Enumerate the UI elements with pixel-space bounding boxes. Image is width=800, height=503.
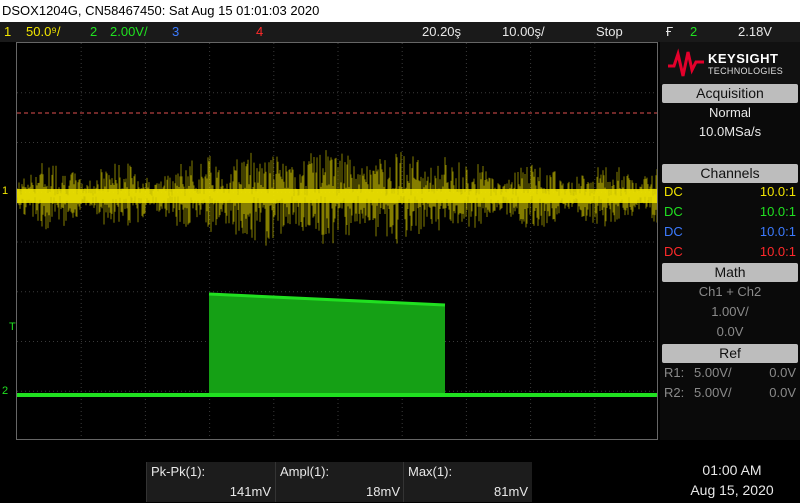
trigger-level-marker[interactable]: T <box>9 321 16 333</box>
measurement-value: 18mV <box>366 484 400 499</box>
ch3-coupling: DC <box>664 224 683 239</box>
ref2-name: R2: <box>664 385 685 400</box>
channel-row-4[interactable]: DC 10.0:1 <box>664 242 796 262</box>
status-markers <box>0 22 800 42</box>
ref1-name: R1: <box>664 365 685 380</box>
channels-header[interactable]: Channels <box>662 164 798 183</box>
math-header[interactable]: Math <box>662 263 798 282</box>
status-bar: 1 50.0⁹/ 2 2.00V/ 3 4 20.20ş 10.00ş/ Sto… <box>0 22 800 42</box>
ref1-scale: 5.00V/ <box>694 365 732 380</box>
clock-date: Aug 15, 2020 <box>690 482 774 498</box>
channel-row-3[interactable]: DC 10.0:1 <box>664 222 796 242</box>
channel-row-1[interactable]: DC 10.0:1 <box>664 182 796 202</box>
ref2-offset: 0.0V <box>769 385 796 400</box>
acquisition-header[interactable]: Acquisition <box>662 84 798 103</box>
ch4-coupling: DC <box>664 244 683 259</box>
ch1-probe: 10.0:1 <box>759 184 796 199</box>
ref1-offset: 0.0V <box>769 365 796 380</box>
ch1-trace <box>17 150 657 246</box>
ch1-ground-marker[interactable]: 1 <box>2 185 8 197</box>
ref-header[interactable]: Ref <box>662 344 798 363</box>
brand-sub: TECHNOLOGIES <box>708 66 784 76</box>
measurement-label: Pk-Pk(1): <box>151 464 206 479</box>
ch2-probe: 10.0:1 <box>759 204 796 219</box>
title-text: DSOX1204G, CN58467450: Sat Aug 15 01:01:… <box>2 3 320 18</box>
ch2-trace <box>17 292 657 397</box>
ref-row-2[interactable]: R2: 5.00V/ 0.0V <box>664 383 796 403</box>
measurement-label: Ampl(1): <box>280 464 330 479</box>
ch4-probe: 10.0:1 <box>759 244 796 259</box>
ref-row-1[interactable]: R1: 5.00V/ 0.0V <box>664 363 796 383</box>
measurement-value: 141mV <box>229 484 271 499</box>
keysight-logo: KEYSIGHT TECHNOLOGIES <box>660 42 800 84</box>
clock: 01:00 AM Aug 15, 2020 <box>664 460 800 500</box>
ch3-probe: 10.0:1 <box>759 224 796 239</box>
math-offset: 0.0V <box>716 324 744 339</box>
measurement-value: 81mV <box>494 484 528 499</box>
side-panel: KEYSIGHT TECHNOLOGIES Acquisition Normal… <box>660 42 800 440</box>
clock-time: 01:00 AM <box>702 462 762 478</box>
title-bar: DSOX1204G, CN58467450: Sat Aug 15 01:01:… <box>0 0 800 22</box>
ch2-pulse <box>209 294 445 395</box>
ch2-ground-marker[interactable]: 2 <box>2 385 8 397</box>
waveform-traces <box>17 150 657 397</box>
ch1-core <box>17 189 657 203</box>
waveform-display[interactable] <box>16 42 658 440</box>
keysight-wave-icon <box>668 48 704 77</box>
measurement-ampl[interactable]: Ampl(1): 18mV <box>275 462 404 502</box>
math-scale: 1.00V/ <box>711 304 749 319</box>
brand-name: KEYSIGHT <box>708 51 779 66</box>
measurement-label: Max(1): <box>408 464 453 479</box>
acquisition-rate: 10.0MSa/s <box>698 124 762 139</box>
ch2-coupling: DC <box>664 204 683 219</box>
measurement-pkpk[interactable]: Pk-Pk(1): 141mV <box>146 462 275 502</box>
ch1-coupling: DC <box>664 184 683 199</box>
acquisition-mode: Normal <box>709 105 751 120</box>
math-function: Ch1 + Ch2 <box>698 284 762 299</box>
ref2-scale: 5.00V/ <box>694 385 732 400</box>
channel-row-2[interactable]: DC 10.0:1 <box>664 202 796 222</box>
measurement-max[interactable]: Max(1): 81mV <box>403 462 532 502</box>
